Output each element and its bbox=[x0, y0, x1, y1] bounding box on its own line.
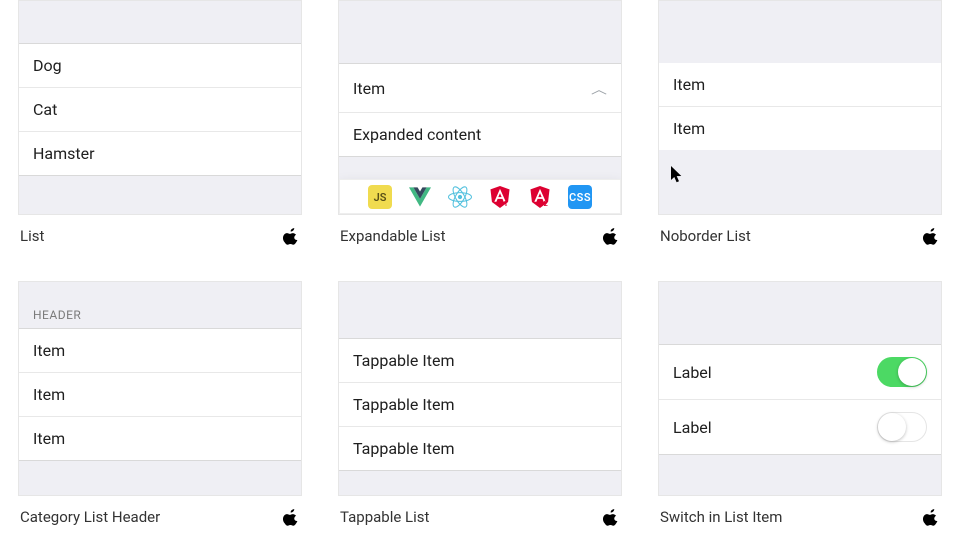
card-caption: Switch in List Item bbox=[660, 508, 782, 526]
apple-icon bbox=[602, 508, 620, 526]
switch-label: Label bbox=[673, 418, 712, 437]
card-caption: Noborder List bbox=[660, 227, 751, 245]
js-icon[interactable]: JS bbox=[368, 185, 392, 209]
list-item-label: Tappable Item bbox=[353, 439, 454, 458]
switch-row: Label bbox=[659, 400, 941, 454]
tappable-item[interactable]: Tappable Item bbox=[339, 339, 621, 383]
card-caption: Category List Header bbox=[20, 508, 160, 526]
apple-icon bbox=[282, 508, 300, 526]
list-item[interactable]: Item bbox=[19, 373, 301, 417]
expanded-content-item: Expanded content bbox=[339, 113, 621, 156]
apple-icon bbox=[922, 508, 940, 526]
cursor-icon bbox=[671, 166, 685, 188]
list-item[interactable]: Item bbox=[659, 107, 941, 150]
list-item[interactable]: Item bbox=[19, 329, 301, 373]
list-item[interactable]: Item bbox=[659, 63, 941, 107]
list-item-label: Tappable Item bbox=[353, 395, 454, 414]
card-category-list: HEADER Item Item Item Category List Head… bbox=[18, 281, 302, 526]
tappable-item[interactable]: Tappable Item bbox=[339, 383, 621, 427]
list-item[interactable]: Hamster bbox=[19, 132, 301, 175]
card-tappable-list: Tappable Item Tappable Item Tappable Ite… bbox=[338, 281, 622, 526]
card-caption: Tappable List bbox=[340, 508, 429, 526]
card-switch-list: Label Label Switch in List Item bbox=[658, 281, 942, 526]
list-category-header: HEADER bbox=[19, 300, 301, 328]
react-icon[interactable] bbox=[448, 185, 472, 209]
list-item-label: Cat bbox=[33, 100, 57, 119]
list-item-label: Hamster bbox=[33, 144, 95, 163]
angular2-icon[interactable]: 2 bbox=[528, 185, 552, 209]
vue-icon[interactable] bbox=[408, 185, 432, 209]
list-item-label: Item bbox=[673, 119, 705, 138]
svg-text:2: 2 bbox=[544, 199, 548, 208]
list-item-label: Tappable Item bbox=[353, 351, 454, 370]
tech-toolbar: JS 1 2 CSS bbox=[339, 179, 621, 214]
list-item-label: Item bbox=[33, 341, 65, 360]
angular1-icon[interactable]: 1 bbox=[488, 185, 512, 209]
card-caption: Expandable List bbox=[340, 227, 446, 245]
switch-label: Label bbox=[673, 363, 712, 382]
css-icon[interactable]: CSS bbox=[568, 185, 592, 209]
tappable-item[interactable]: Tappable Item bbox=[339, 427, 621, 470]
switch-row: Label bbox=[659, 345, 941, 400]
list-item-label: Dog bbox=[33, 56, 62, 75]
card-caption: List bbox=[20, 227, 44, 245]
apple-icon bbox=[922, 227, 940, 245]
switch-toggle[interactable] bbox=[877, 412, 927, 442]
expandable-header-item[interactable]: Item ︿ bbox=[339, 64, 621, 113]
list-item-label: Item bbox=[33, 429, 65, 448]
list-item[interactable]: Dog bbox=[19, 44, 301, 88]
expandable-header-label: Item bbox=[353, 79, 385, 98]
apple-icon bbox=[282, 227, 300, 245]
chevron-up-icon: ︿ bbox=[591, 79, 607, 97]
list-item[interactable]: Cat bbox=[19, 88, 301, 132]
card-list: Dog Cat Hamster List bbox=[18, 0, 302, 245]
list-item-label: Item bbox=[33, 385, 65, 404]
expanded-content-label: Expanded content bbox=[353, 125, 481, 144]
svg-text:1: 1 bbox=[504, 199, 508, 208]
card-noborder-list: Item Item Noborder List bbox=[658, 0, 942, 245]
list-item-label: Item bbox=[673, 75, 705, 94]
switch-toggle[interactable] bbox=[877, 357, 927, 387]
card-expandable-list: Item ︿ Expanded content JS 1 bbox=[338, 0, 622, 245]
list-item[interactable]: Item bbox=[19, 417, 301, 460]
apple-icon bbox=[602, 227, 620, 245]
